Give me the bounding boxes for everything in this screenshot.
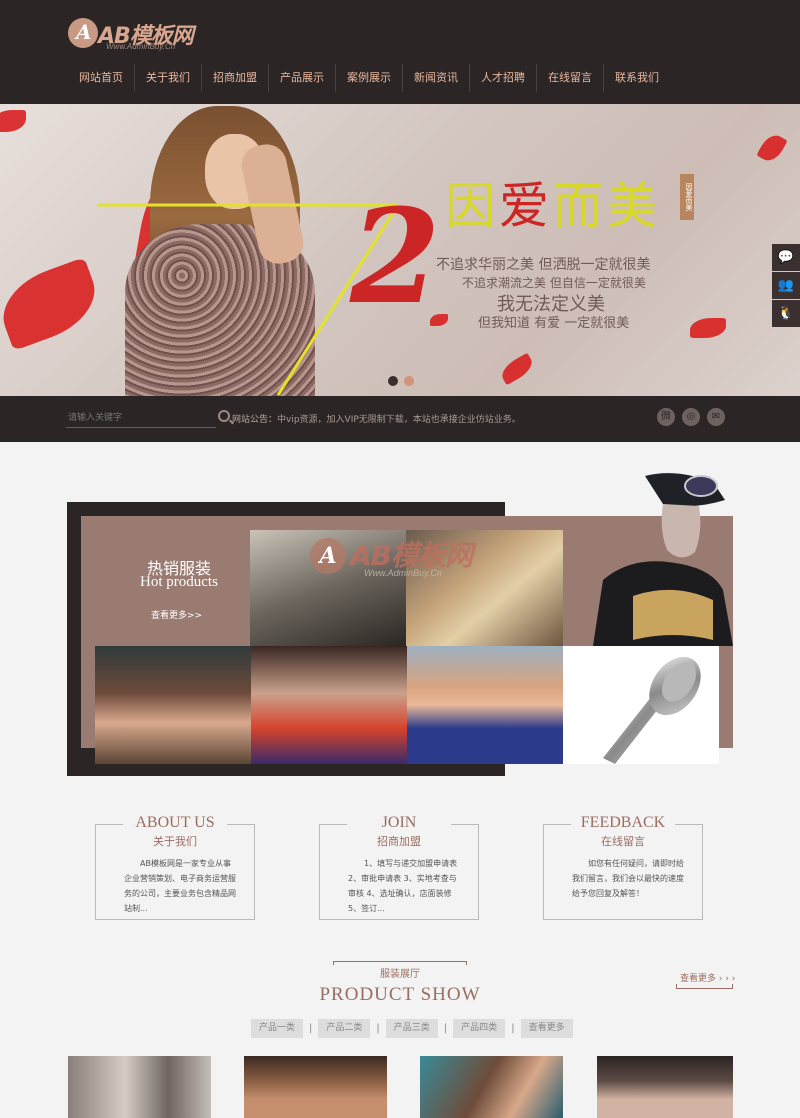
tab-separator: | xyxy=(309,1023,313,1034)
side-toolbar: 💬 👥 🐧 xyxy=(772,244,800,328)
model-cap-illustration xyxy=(563,473,733,646)
notice-text: 中vip资源，加入VIP无限制下载，本站也承接企业仿站业务。 xyxy=(277,415,521,425)
product-show-title-cn: 服装展厅 xyxy=(333,965,467,980)
petal-decoration xyxy=(756,130,788,166)
box-title-cn: 在线留言 xyxy=(601,835,645,848)
tab-category-3[interactable]: 产品三类 xyxy=(385,1019,438,1038)
tab-category-2[interactable]: 产品二类 xyxy=(318,1019,371,1038)
product-thumbnail[interactable] xyxy=(563,646,719,764)
hot-products-more-link[interactable]: 查看更多>> xyxy=(151,608,202,621)
hot-products-subtitle: Hot products xyxy=(140,574,218,590)
box-title-cn: 招商加盟 xyxy=(377,835,421,848)
slide-dot-2[interactable] xyxy=(404,376,414,386)
watermark: A AB模板网 Www.AdminBuy.Cn xyxy=(300,520,500,590)
tab-separator: | xyxy=(511,1023,515,1034)
watermark-mark-icon: A xyxy=(310,538,346,574)
box-title-en: FEEDBACK xyxy=(580,814,666,831)
nav-cases[interactable]: 案例展示 xyxy=(335,64,402,92)
nav-feedback[interactable]: 在线留言 xyxy=(536,64,603,92)
product-thumbnail[interactable] xyxy=(407,646,563,764)
box-text: 如您有任何疑问，请即时给我们留言，我们会以最快的速度给予您回复及解答！ xyxy=(572,859,684,898)
box-title-en: ABOUT US xyxy=(135,814,215,831)
notice-label: 网站公告： xyxy=(232,415,278,425)
banner-line-4: 但我知道 有爱 一定就很美 xyxy=(478,316,630,331)
logo-mark-icon xyxy=(68,18,98,48)
petal-decoration xyxy=(497,352,537,386)
hero-banner[interactable]: 2 因爱而美 因爱而美 不追求华丽之美 但洒脱一定就很美 不追求潮流之美 但自信… xyxy=(0,104,800,396)
slide-dot-1[interactable] xyxy=(388,376,398,386)
about-us-box[interactable]: ABOUT US 关于我们 AB模板网是一家专业从事企业营销策划、电子商务运营服… xyxy=(95,814,255,920)
banner-slogan: 因爱而美 xyxy=(445,177,661,235)
logo-subtitle: Www.AdminBuy.Cn xyxy=(106,42,176,51)
user-icon[interactable]: 👥 xyxy=(772,272,800,299)
petal-decoration xyxy=(0,257,106,351)
nav-news[interactable]: 新闻资讯 xyxy=(402,64,469,92)
tab-separator: | xyxy=(376,1023,380,1034)
watermark-subtitle: Www.AdminBuy.Cn xyxy=(364,568,442,578)
nav-join[interactable]: 招商加盟 xyxy=(201,64,268,92)
nav-about[interactable]: 关于我们 xyxy=(134,64,201,92)
tab-separator: | xyxy=(443,1023,448,1034)
slide-indicators xyxy=(388,376,414,386)
box-title-en: JOIN xyxy=(381,814,417,831)
product-thumbnail[interactable] xyxy=(251,646,407,764)
nav-home[interactable]: 网站首页 xyxy=(68,64,134,92)
weibo-circle-icon[interactable]: ◎ xyxy=(682,408,700,426)
nav-contact[interactable]: 联系我们 xyxy=(603,64,670,92)
product-thumbnail[interactable] xyxy=(95,646,251,764)
weibo-icon[interactable]: 微 xyxy=(657,408,675,426)
banner-big-number: 2 xyxy=(350,180,441,333)
search-bar: 网站公告：中vip资源，加入VIP无限制下载，本站也承接企业仿站业务。 微 ◎ … xyxy=(0,396,800,442)
banner-slogan-tag: 因爱而美 xyxy=(680,174,694,220)
product-card-image[interactable] xyxy=(68,1056,211,1118)
box-text: AB模板网是一家专业从事企业营销策划、电子商务运营服务的公司，主要业务包含精品网… xyxy=(124,859,236,913)
wechat-icon[interactable]: ✉ xyxy=(707,408,725,426)
tab-category-1[interactable]: 产品一类 xyxy=(251,1019,304,1038)
product-card-image[interactable] xyxy=(244,1056,387,1118)
more-link-underline xyxy=(676,984,733,989)
banner-line-1: 不追求华丽之美 但洒脱一定就很美 xyxy=(436,257,651,273)
shower-head-illustration xyxy=(603,656,701,764)
main-nav: 网站首页 关于我们 招商加盟 产品展示 案例展示 新闻资讯 人才招聘 在线留言 … xyxy=(68,64,670,92)
banner-line-2: 不追求潮流之美 但自信一定就很美 xyxy=(462,276,646,290)
site-notice: 网站公告：中vip资源，加入VIP无限制下载，本站也承接企业仿站业务。 xyxy=(232,412,521,425)
search-input[interactable] xyxy=(66,408,216,428)
search-icon[interactable] xyxy=(218,410,230,422)
box-title-cn: 关于我们 xyxy=(153,835,197,848)
petal-decoration xyxy=(0,110,26,132)
product-show-title-en: PRODUCT SHOW xyxy=(319,984,481,1005)
product-show-more-link[interactable]: 查看更多 › › › xyxy=(680,971,735,984)
box-text: 1、填写与递交加盟申请表 2、审批申请表 3、实地考查与审核 4、选址确认，店面… xyxy=(348,859,458,913)
tab-more[interactable]: 查看更多 xyxy=(520,1019,573,1038)
petal-decoration xyxy=(690,318,726,338)
site-header: AB模板网 Www.AdminBuy.Cn 网站首页 关于我们 招商加盟 产品展… xyxy=(0,0,800,104)
nav-jobs[interactable]: 人才招聘 xyxy=(469,64,536,92)
social-links: 微 ◎ ✉ xyxy=(657,408,725,426)
product-card-image[interactable] xyxy=(597,1056,733,1118)
qq-icon[interactable]: 🐧 xyxy=(772,300,800,327)
site-logo[interactable]: AB模板网 Www.AdminBuy.Cn xyxy=(68,16,208,54)
nav-products[interactable]: 产品展示 xyxy=(268,64,335,92)
product-card-image[interactable] xyxy=(420,1056,563,1118)
feedback-box[interactable]: FEEDBACK 在线留言 如您有任何疑问，请即时给我们留言，我们会以最快的速度… xyxy=(543,814,703,920)
product-thumbnail[interactable] xyxy=(563,470,733,646)
wechat-icon[interactable]: 💬 xyxy=(772,244,800,271)
product-category-tabs: 产品一类 | 产品二类 | 产品三类 | 产品四类 | 查看更多 xyxy=(251,1019,573,1038)
join-box[interactable]: JOIN 招商加盟 1、填写与递交加盟申请表 2、审批申请表 3、实地考查与审核… xyxy=(319,814,479,920)
tab-category-4[interactable]: 产品四类 xyxy=(453,1019,506,1038)
